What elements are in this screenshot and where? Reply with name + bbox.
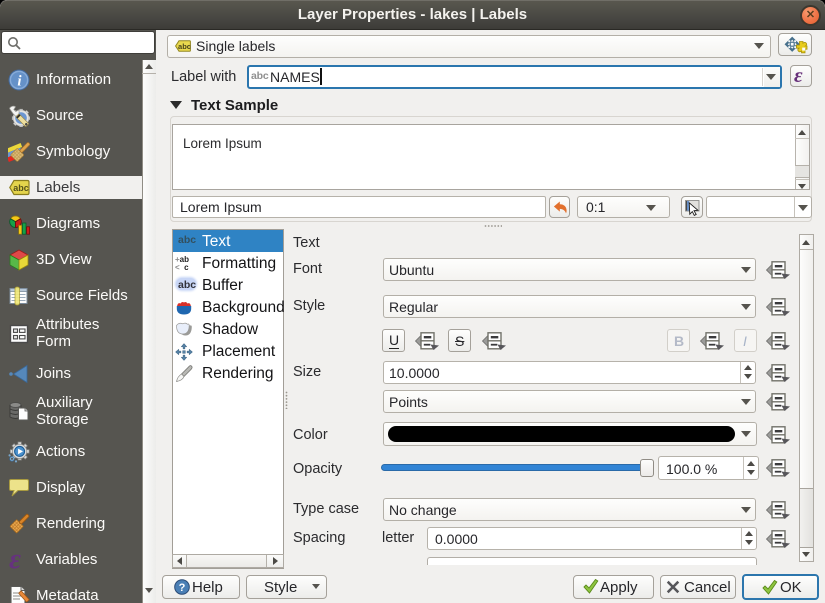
svg-text:abc: abc [13,183,29,193]
svg-text:?: ? [179,582,186,594]
svg-text:abc: abc [178,42,191,51]
